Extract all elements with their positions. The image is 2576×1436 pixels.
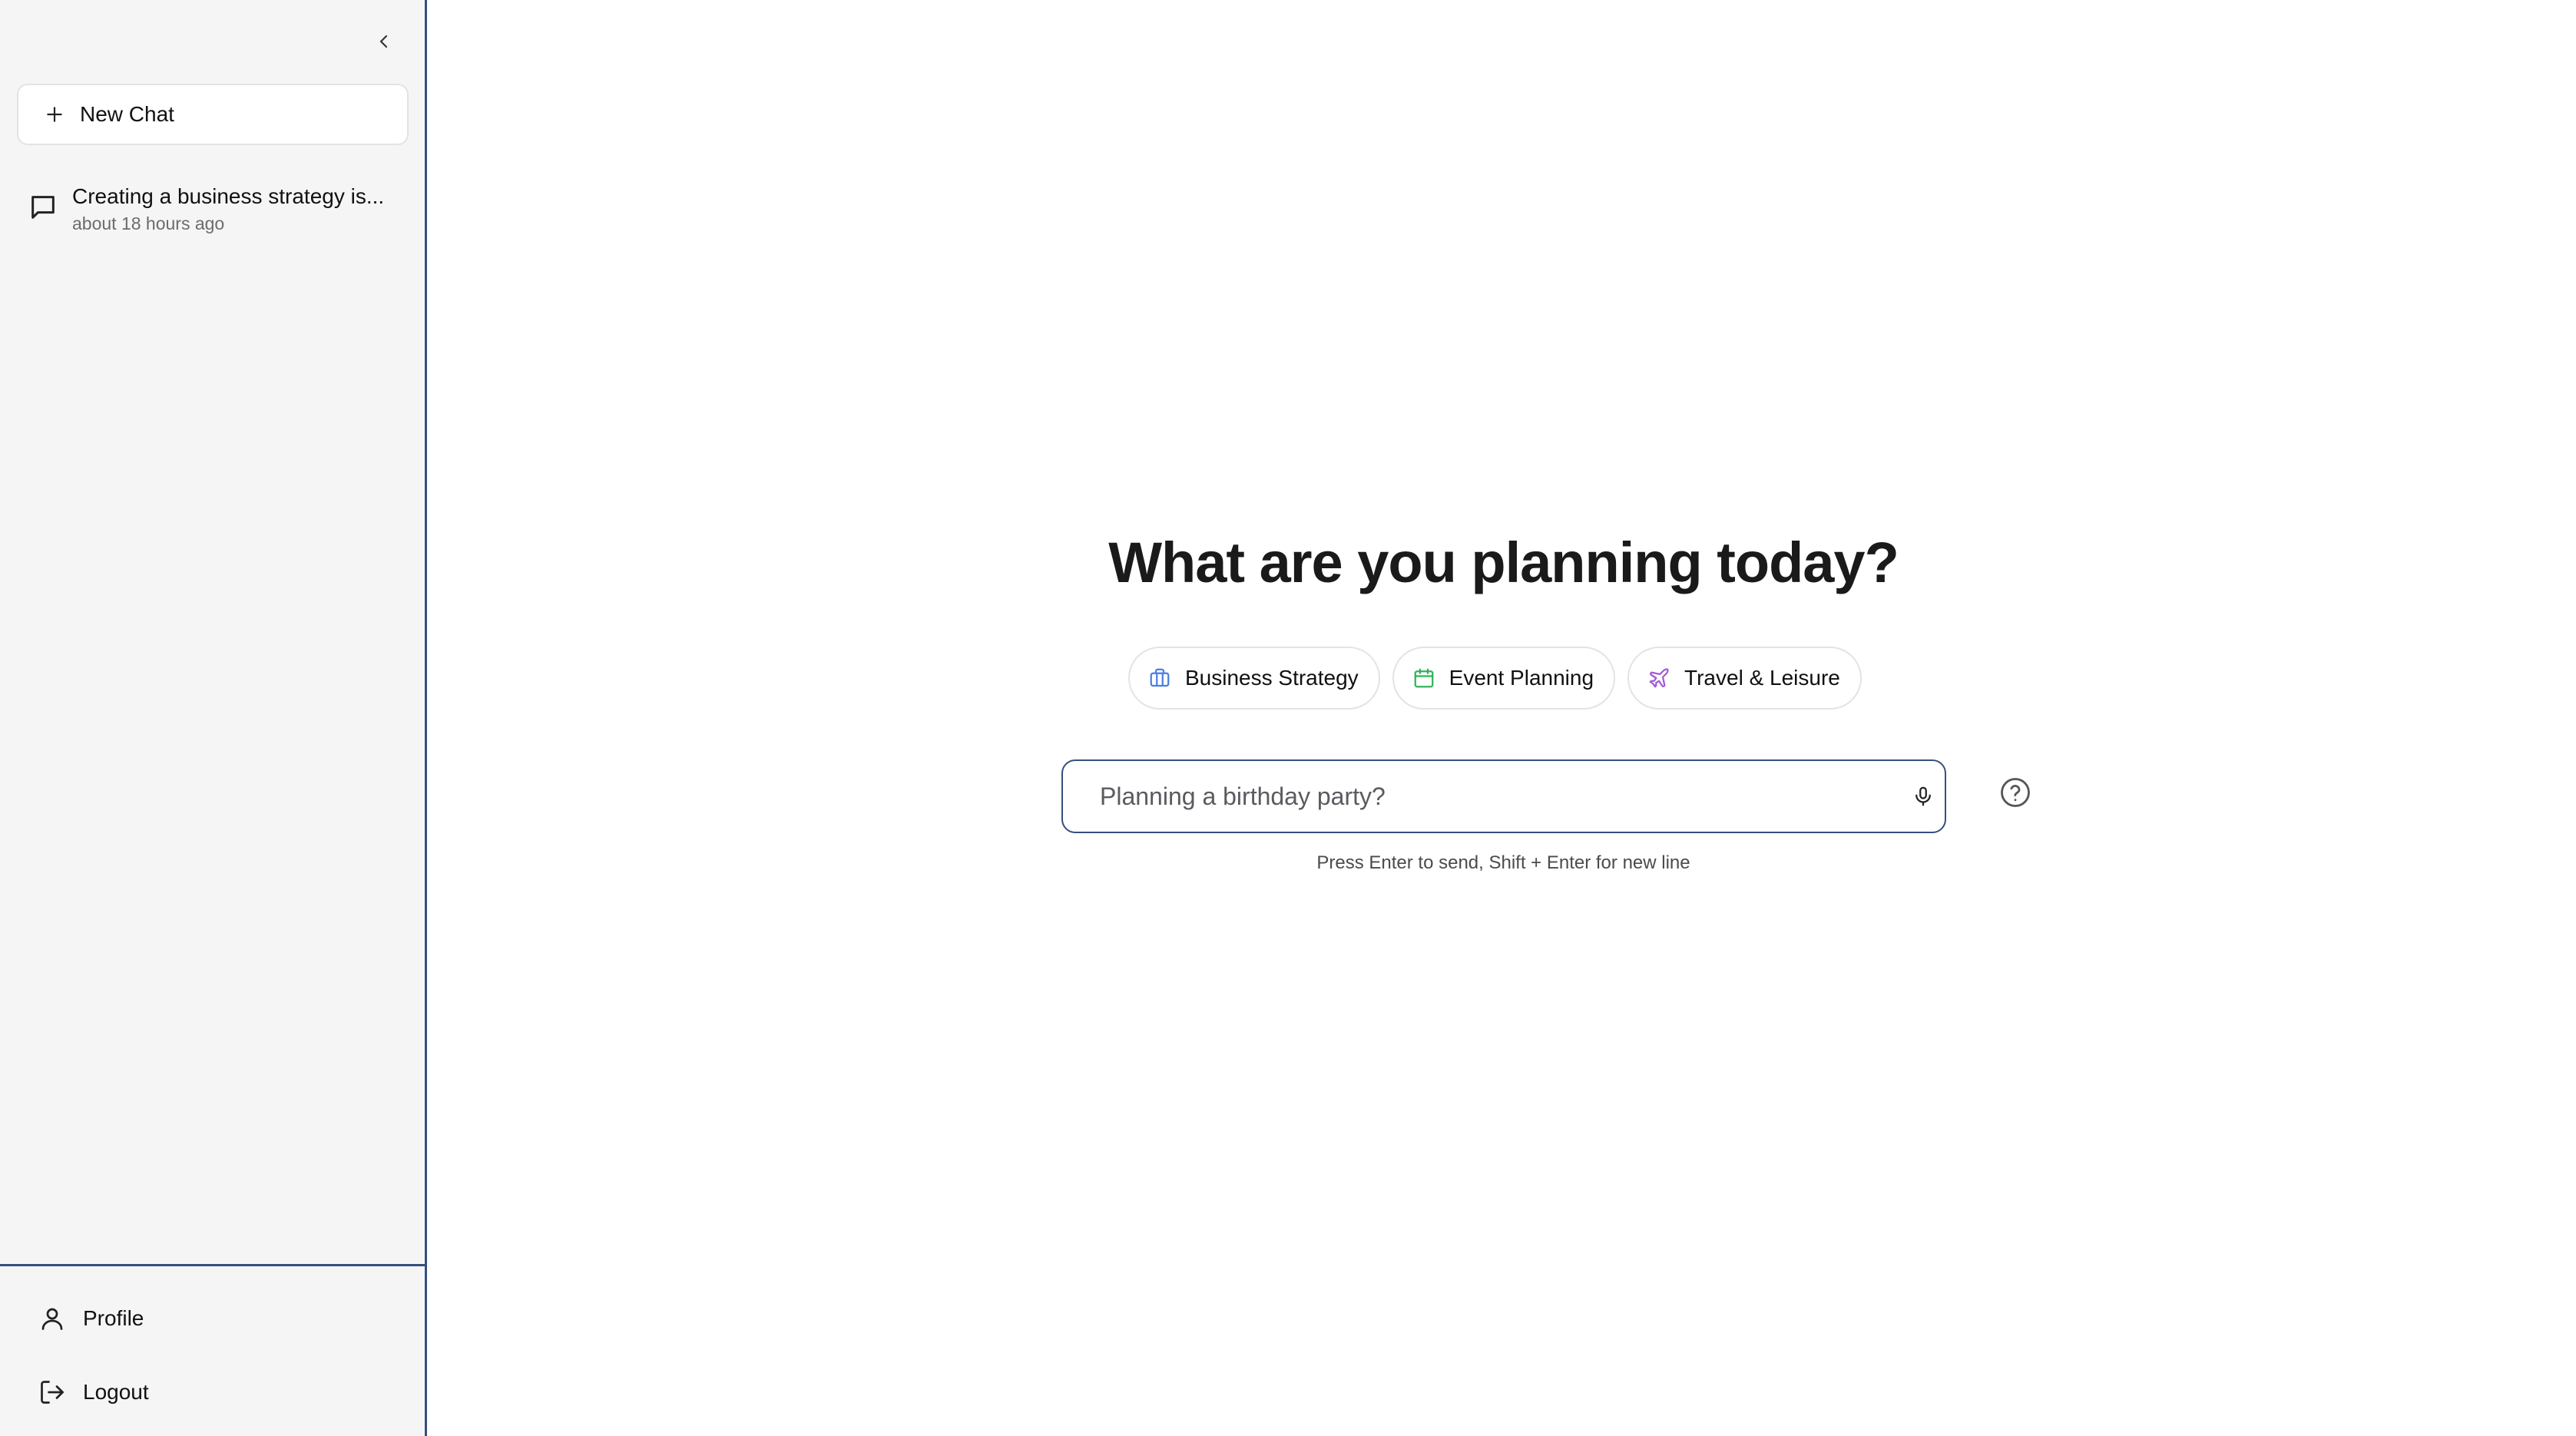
chip-label: Event Planning <box>1449 666 1594 690</box>
app-root: New Chat Creating a business strategy is… <box>0 0 2576 1436</box>
logout-button[interactable]: Logout <box>38 1369 149 1415</box>
microphone-button[interactable] <box>1908 781 1939 812</box>
chip-label: Business Strategy <box>1185 666 1359 690</box>
calendar-icon <box>1414 668 1434 688</box>
message-square-icon <box>31 196 55 219</box>
chip-business-strategy[interactable]: Business Strategy <box>1128 647 1380 710</box>
plane-icon <box>1649 668 1669 688</box>
user-icon <box>41 1308 63 1330</box>
chat-history-item[interactable]: Creating a business strategy is... about… <box>17 177 409 238</box>
sidebar-footer: Profile Logout <box>0 1264 425 1436</box>
help-button[interactable] <box>1998 776 2032 809</box>
sidebar: New Chat Creating a business strategy is… <box>0 0 427 1436</box>
new-chat-button[interactable]: New Chat <box>17 84 409 145</box>
category-chips: Business Strategy Event Planning Travel … <box>1128 647 1862 710</box>
logout-label: Logout <box>83 1380 149 1404</box>
main-content: What are you planning today? Business St… <box>427 0 2576 1436</box>
chat-input[interactable] <box>1065 763 1863 830</box>
profile-label: Profile <box>83 1306 144 1330</box>
logout-icon <box>41 1381 64 1404</box>
input-hint: Press Enter to send, Shift + Enter for n… <box>1316 852 1690 873</box>
chat-input-container <box>1061 759 1946 833</box>
chip-event-planning[interactable]: Event Planning <box>1392 647 1616 710</box>
collapse-sidebar-button[interactable] <box>370 28 398 55</box>
chip-label: Travel & Leisure <box>1684 666 1840 690</box>
plus-icon <box>47 107 62 122</box>
page-title: What are you planning today? <box>1108 531 1899 594</box>
chat-history-time: about 18 hours ago <box>72 213 225 233</box>
chat-history-title: Creating a business strategy is... <box>72 184 385 208</box>
briefcase-icon <box>1150 668 1170 687</box>
chevron-left-icon <box>379 35 388 48</box>
help-circle-icon <box>2001 778 2030 807</box>
new-chat-label: New Chat <box>80 102 174 126</box>
profile-button[interactable]: Profile <box>38 1295 144 1342</box>
microphone-icon <box>1915 786 1931 806</box>
chip-travel-leisure[interactable]: Travel & Leisure <box>1627 647 1862 710</box>
